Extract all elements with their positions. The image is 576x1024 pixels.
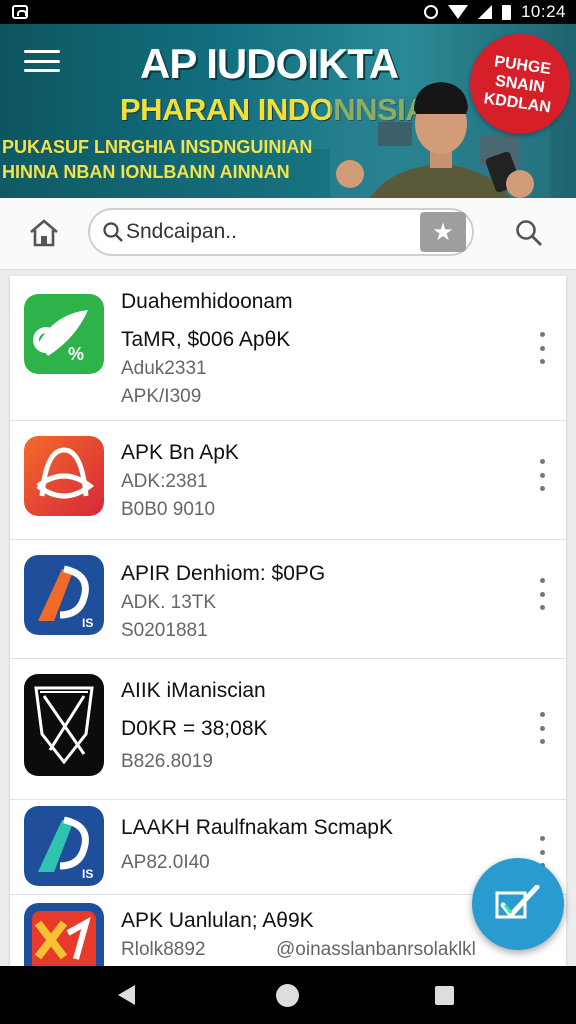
app-title: APIR Denhiom: $0PG: [121, 562, 326, 585]
verified-action-button[interactable]: [472, 858, 564, 950]
svg-text:IS: IS: [82, 867, 93, 881]
orange-loop-icon: [24, 436, 104, 516]
app-detail: Rlolk8892: [121, 939, 206, 960]
wifi-icon: [447, 5, 468, 19]
system-nav-bar: [0, 966, 576, 1024]
list-item[interactable]: AIIK iManiscian D0KR = 38;08K B826.8019: [10, 659, 566, 800]
banner-tagline-1: PUKASUF LNRGHIA INSDNGUINIAN: [2, 137, 313, 157]
app-developer: @oinasslanbanrsolaklkl: [276, 939, 476, 960]
blue-a-icon: IS: [24, 806, 104, 886]
red-yellow-x-icon: [24, 903, 104, 966]
app-subtitle: D0KR = 38;08K: [121, 717, 268, 740]
status-bar: 10:24: [0, 0, 576, 24]
search-input[interactable]: [126, 218, 416, 246]
recents-icon[interactable]: [435, 986, 454, 1005]
search-icon: [103, 222, 123, 242]
app-detail: B826.8019: [121, 751, 213, 772]
battery-icon: [501, 4, 511, 20]
blue-a-icon: IS: [24, 555, 104, 635]
favorites-button[interactable]: ★: [420, 212, 466, 252]
signal-icon: [477, 5, 492, 19]
list-item[interactable]: % Duahemhidoonam TaMR, $006 ApθK Aduk233…: [10, 276, 566, 421]
app-detail: S0201881: [121, 620, 208, 641]
app-title: AIIK iManiscian: [121, 679, 266, 702]
banner-tagline-2: HINNA NBAN IONLBANN AINNAN: [2, 162, 290, 182]
app-detail: B0B0 9010: [121, 499, 216, 520]
alarm-icon: [423, 5, 438, 19]
notification-icon: [12, 5, 28, 19]
app-subtitle: TaMR, $006 ApθK: [121, 328, 291, 351]
app-detail: Aduk2331: [121, 358, 207, 379]
search-button-icon[interactable]: [514, 218, 544, 248]
promo-banner[interactable]: AP IUDOIKTA PHARAN INDONNSIA PUKASUF LNR…: [0, 24, 576, 198]
app-title: Duahemhidoonam: [121, 290, 293, 313]
menu-icon[interactable]: [24, 50, 60, 72]
app-detail: ADK. 13TK: [121, 592, 217, 613]
app-detail: AP82.0I40: [121, 852, 210, 873]
list-item[interactable]: APK Bn ApK ADK:2381 B0B0 9010: [10, 421, 566, 540]
home-icon[interactable]: [28, 218, 60, 248]
app-title: APK Bn ApK: [121, 441, 239, 464]
search-field[interactable]: ★: [88, 208, 474, 256]
more-options-icon[interactable]: [536, 712, 548, 744]
black-shield-icon: [24, 674, 104, 776]
app-detail: APK/I309: [121, 386, 202, 407]
app-title: LAAKH Raulfnakam ScmapK: [121, 816, 393, 839]
svg-text:IS: IS: [82, 616, 93, 630]
more-options-icon[interactable]: [536, 578, 548, 610]
app-title: APK Uanlulan; Aθ9K: [121, 909, 314, 932]
svg-text:%: %: [68, 344, 84, 364]
home-nav-icon[interactable]: [276, 984, 299, 1007]
green-leaf-icon: %: [24, 294, 104, 374]
more-options-icon[interactable]: [536, 332, 548, 364]
app-list: % Duahemhidoonam TaMR, $006 ApθK Aduk233…: [10, 276, 566, 966]
app-detail: ADK:2381: [121, 471, 208, 492]
star-icon: ★: [432, 218, 454, 246]
status-time: 10:24: [520, 2, 566, 21]
more-options-icon[interactable]: [536, 459, 548, 491]
search-toolbar: ★: [0, 198, 576, 270]
list-item[interactable]: IS APIR Denhiom: $0PG ADK. 13TK S0201881: [10, 540, 566, 659]
back-icon[interactable]: [118, 985, 135, 1005]
check-icon: [495, 885, 540, 919]
